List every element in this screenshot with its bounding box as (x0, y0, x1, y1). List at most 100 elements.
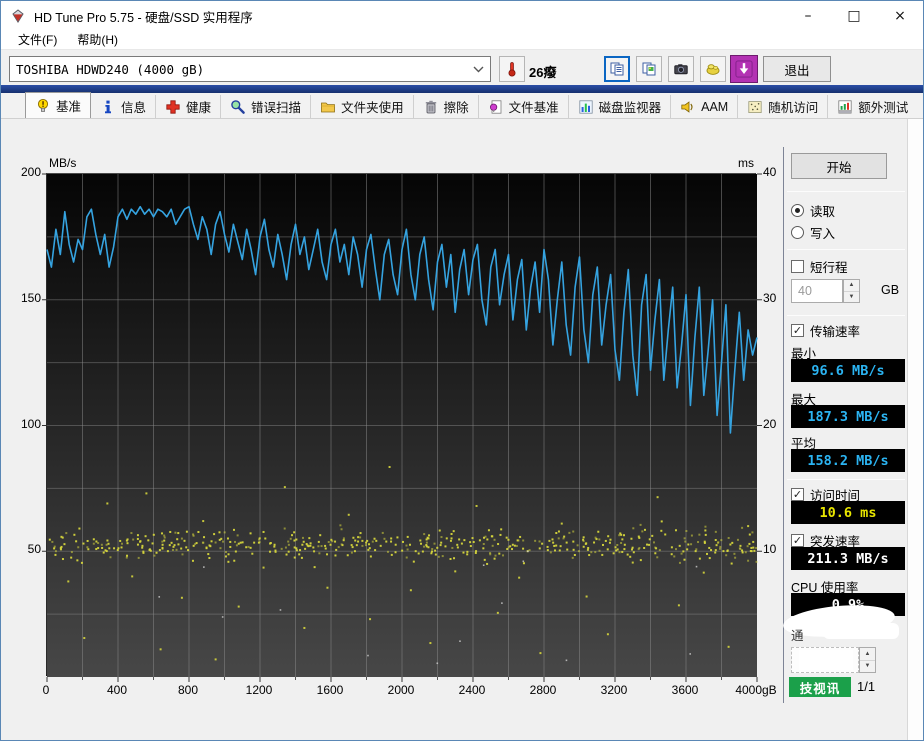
x-tick-label: 2400 (442, 683, 502, 697)
tab-file-benchmark[interactable]: 文件基准 (479, 95, 569, 118)
burst-rate-display: 211.3 MB/s (791, 547, 905, 570)
copy-image-button[interactable] (636, 56, 662, 82)
spin-up-icon[interactable]: ▲ (860, 648, 875, 661)
start-button[interactable]: 开始 (791, 153, 887, 179)
menu-help[interactable]: 帮助(H) (68, 30, 127, 50)
extra-tests-icon (837, 99, 853, 115)
chevron-down-icon (473, 66, 484, 73)
thermometer-icon (504, 61, 520, 77)
menu-bar: 文件(F) 帮助(H) (1, 31, 923, 50)
tab-bar: 基准 信息 健康 错误扫描 文件夹 (1, 93, 923, 119)
x-tick-label: 4000gB (726, 683, 786, 697)
tab-error-scan[interactable]: 错误扫描 (221, 95, 311, 118)
tab-info[interactable]: 信息 (91, 95, 156, 118)
app-window: HD Tune Pro 5.75 - 硬盘/SSD 实用程序 – □ × 文件(… (0, 0, 924, 741)
max-value-display: 187.3 MB/s (791, 405, 905, 428)
separator (787, 249, 905, 250)
tab-benchmark[interactable]: 基准 (25, 92, 91, 118)
plot-area (46, 173, 756, 676)
write-radio-label: 写入 (810, 223, 835, 242)
y-left-axis-unit: MB/s (49, 156, 76, 170)
x-tick-label: 1600 (300, 683, 360, 697)
short-stroke-value[interactable]: 40 (791, 279, 843, 303)
drive-select-value: TOSHIBA HDWD240 (4000 gB) (16, 62, 204, 77)
aam-icon (680, 99, 696, 115)
health-icon (165, 99, 181, 115)
error-scan-icon (230, 99, 246, 115)
short-stroke-row[interactable]: 短行程 (791, 257, 848, 276)
temperature-button[interactable] (499, 56, 525, 82)
transfer-rate-label: 传输速率 (810, 321, 860, 340)
spin-down-icon[interactable]: ▼ (860, 661, 875, 673)
benchmark-icon (35, 98, 51, 114)
y-right-tick-label: 10 (763, 542, 789, 556)
donate-hands-icon (705, 61, 721, 77)
download-button[interactable] (730, 55, 758, 83)
erase-icon (423, 99, 439, 115)
watermark-overlay (823, 623, 899, 639)
spin-down-icon[interactable]: ▼ (844, 292, 859, 303)
tab-label: 错误扫描 (251, 97, 301, 116)
read-radio[interactable] (791, 204, 804, 217)
x-tick-label: 400 (87, 683, 147, 697)
x-tick-label: 2000 (371, 683, 431, 697)
file-benchmark-icon (488, 99, 504, 115)
page-indicator: 1/1 (857, 679, 875, 694)
screenshot-button[interactable] (668, 56, 694, 82)
tab-label: 额外测试 (858, 97, 908, 116)
short-stroke-checkbox[interactable] (791, 260, 804, 273)
save-results-button[interactable] (700, 56, 726, 82)
access-time-display: 10.6 ms (791, 501, 905, 524)
transfer-rate-row[interactable]: ✓ 传输速率 (791, 321, 860, 340)
tab-aam[interactable]: AAM (671, 95, 738, 118)
accent-bar (1, 85, 923, 93)
access-time-checkbox[interactable]: ✓ (791, 488, 804, 501)
separator (787, 191, 905, 192)
tab-random-access[interactable]: 随机访问 (738, 95, 828, 118)
close-button[interactable]: × (877, 1, 923, 31)
y-left-tick-label: 50 (11, 542, 41, 556)
copy-text-button[interactable] (604, 56, 630, 82)
drive-select[interactable]: TOSHIBA HDWD240 (4000 gB) (9, 56, 491, 82)
tab-health[interactable]: 健康 (156, 95, 221, 118)
y-left-tick-label: 200 (11, 165, 41, 179)
tab-extra-tests[interactable]: 额外测试 (828, 95, 917, 118)
x-tick-label: 1200 (229, 683, 289, 697)
menu-file[interactable]: 文件(F) (9, 30, 66, 50)
toolbar: TOSHIBA HDWD240 (4000 gB) 26癈 (1, 51, 923, 85)
copy-text-icon (609, 61, 625, 77)
watermark-overlay (799, 650, 853, 670)
tab-folder-usage[interactable]: 文件夹使用 (311, 95, 414, 118)
exit-button[interactable]: 退出 (763, 56, 831, 82)
avg-value-display: 158.2 MB/s (791, 449, 905, 472)
short-stroke-label: 短行程 (810, 257, 848, 276)
minimize-button[interactable]: – (785, 1, 831, 31)
tab-label: 文件夹使用 (341, 97, 404, 116)
write-radio[interactable] (791, 226, 804, 239)
tab-erase[interactable]: 擦除 (414, 95, 479, 118)
title-bar: HD Tune Pro 5.75 - 硬盘/SSD 实用程序 – □ × (1, 1, 923, 31)
x-tick-label: 2800 (513, 683, 573, 697)
spin-up-icon[interactable]: ▲ (844, 280, 859, 292)
tab-disk-monitor[interactable]: 磁盘监视器 (569, 95, 672, 118)
read-radio-label: 读取 (810, 201, 835, 220)
y-left-tick-label: 150 (11, 291, 41, 305)
temperature-value: 26癈 (529, 62, 556, 81)
short-stroke-stepper[interactable]: ▲ ▼ (843, 279, 860, 303)
maximize-button[interactable]: □ (831, 1, 877, 31)
tab-label: 信息 (121, 97, 146, 116)
separator (787, 479, 905, 480)
tab-label: 随机访问 (768, 97, 818, 116)
obscured-label: 通 (791, 625, 804, 644)
transfer-rate-checkbox[interactable]: ✓ (791, 324, 804, 337)
write-radio-row[interactable]: 写入 (791, 223, 835, 242)
benchmark-chart: MB/sms2001501005040302010040080012001600… (1, 119, 785, 741)
separator (787, 315, 905, 316)
burst-rate-checkbox[interactable]: ✓ (791, 534, 804, 547)
folder-usage-icon (320, 99, 336, 115)
panel-divider (783, 147, 784, 703)
read-radio-row[interactable]: 读取 (791, 201, 835, 220)
obscured-stepper[interactable]: ▲ ▼ (859, 647, 876, 673)
x-tick-label: 3600 (655, 683, 715, 697)
copy-image-icon (641, 61, 657, 77)
